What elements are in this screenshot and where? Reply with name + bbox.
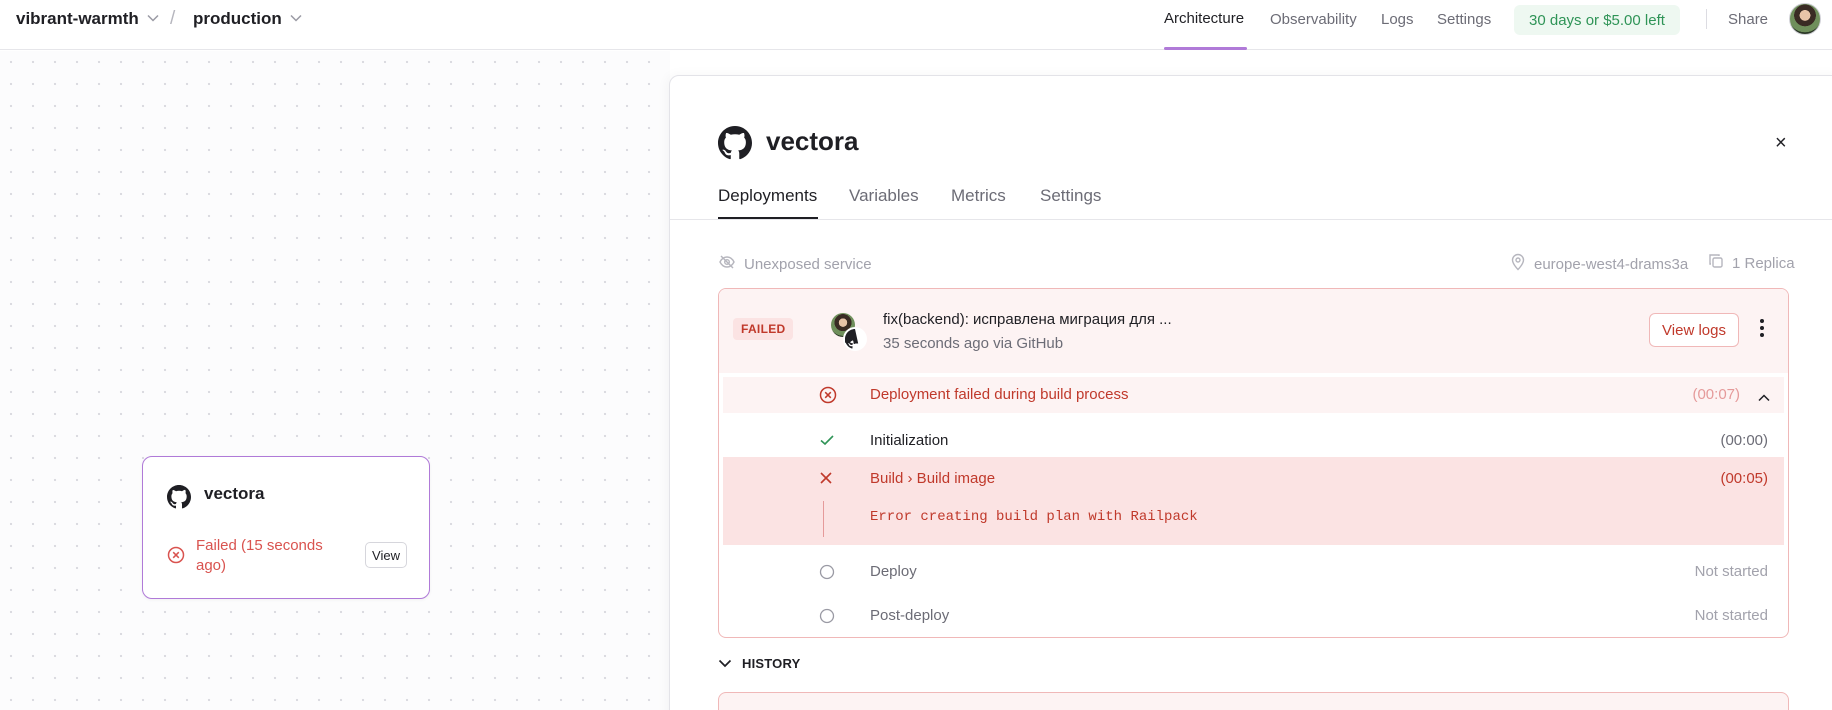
check-icon	[819, 433, 835, 452]
service-node-card[interactable]: vectora Failed (15 seconds ago) View	[142, 456, 430, 599]
step-duration: (00:05)	[1720, 470, 1768, 487]
step-label: Post-deploy	[870, 607, 950, 624]
environment-switcher[interactable]: production	[193, 9, 302, 29]
github-icon	[843, 327, 867, 351]
commit-meta: 35 seconds ago via GitHub	[883, 335, 1064, 352]
region-label: europe-west4-drams3a	[1534, 255, 1689, 273]
step-post-deploy[interactable]: Post-deploy Not started	[723, 597, 1784, 635]
step-label: Initialization	[870, 432, 949, 449]
step-duration: Not started	[1694, 563, 1768, 580]
project-switcher[interactable]: vibrant-warmth	[16, 9, 159, 29]
node-status-text: Failed (15 seconds ago)	[196, 537, 323, 574]
breadcrumb-separator: /	[170, 8, 176, 29]
chevron-down-icon	[718, 656, 732, 671]
close-icon[interactable]: ×	[1775, 132, 1787, 155]
deployment-summary-row[interactable]: Deployment failed during build process (…	[723, 377, 1784, 413]
replica-info: 1 Replica	[1708, 253, 1795, 273]
trial-badge[interactable]: 30 days or $5.00 left	[1514, 5, 1680, 35]
divider	[1706, 9, 1707, 29]
pending-circle-icon	[819, 564, 835, 585]
github-icon	[718, 126, 752, 165]
github-icon	[167, 485, 191, 514]
nav-logs[interactable]: Logs	[1381, 11, 1414, 28]
status-badge: FAILED	[733, 318, 794, 340]
active-nav-indicator	[1164, 47, 1247, 50]
architecture-canvas[interactable]: vectora Failed (15 seconds ago) View	[0, 51, 670, 710]
step-build[interactable]: Build › Build image (00:05) Error creati…	[723, 457, 1784, 545]
summary-label: Deployment failed during build process	[870, 386, 1129, 403]
tab-variables[interactable]: Variables	[849, 186, 919, 206]
step-deploy[interactable]: Deploy Not started	[723, 553, 1784, 591]
pending-circle-icon	[819, 608, 835, 629]
build-error-message: Error creating build plan with Railpack	[870, 509, 1198, 525]
exposure-status: Unexposed service	[718, 253, 872, 275]
nav-observability[interactable]: Observability	[1270, 11, 1357, 28]
history-toggle[interactable]: HISTORY	[718, 656, 800, 671]
replica-label: 1 Replica	[1732, 254, 1795, 272]
node-title: vectora	[204, 484, 265, 503]
history-deployment-card[interactable]	[718, 692, 1789, 710]
panel-title: vectora	[766, 126, 859, 156]
x-icon	[819, 471, 833, 490]
failed-circle-icon	[167, 546, 185, 569]
step-duration: (00:00)	[1720, 432, 1768, 449]
view-logs-button[interactable]: View logs	[1649, 313, 1739, 347]
location-pin-icon	[1510, 253, 1526, 275]
summary-duration: (00:07)	[1692, 386, 1740, 403]
nav-settings[interactable]: Settings	[1437, 11, 1491, 28]
eye-off-icon	[718, 253, 736, 275]
tab-deployments[interactable]: Deployments	[718, 186, 817, 206]
step-duration: Not started	[1694, 607, 1768, 624]
step-label: Build › Build image	[870, 470, 996, 487]
failed-circle-icon	[819, 386, 837, 409]
divider	[670, 219, 1832, 220]
exposure-label: Unexposed service	[744, 255, 872, 273]
step-initialization[interactable]: Initialization (00:00)	[723, 422, 1784, 460]
deployment-header[interactable]: FAILED fix(backend): исправлена миграция…	[719, 289, 1788, 373]
user-avatar[interactable]	[1789, 3, 1821, 35]
history-label: HISTORY	[742, 656, 801, 671]
chevron-down-icon	[290, 13, 302, 25]
step-label: Deploy	[870, 563, 917, 580]
environment-name: production	[193, 9, 282, 28]
node-view-button[interactable]: View	[365, 542, 407, 568]
region-info: europe-west4-drams3a	[1510, 253, 1688, 275]
project-name: vibrant-warmth	[16, 9, 139, 28]
service-panel: vectora × Deployments Variables Metrics …	[669, 75, 1832, 710]
deployment-card: FAILED fix(backend): исправлена миграция…	[718, 288, 1789, 638]
commit-message: fix(backend): исправлена миграция для ..…	[883, 311, 1172, 328]
tab-settings[interactable]: Settings	[1040, 186, 1101, 206]
more-options-icon[interactable]	[1757, 319, 1767, 343]
share-button[interactable]: Share	[1728, 11, 1768, 28]
chevron-up-icon[interactable]	[1758, 389, 1770, 407]
top-bar: vibrant-warmth / production Architecture…	[0, 0, 1832, 50]
nav-architecture[interactable]: Architecture	[1164, 10, 1244, 27]
error-indent-line	[823, 501, 824, 537]
copy-icon	[1708, 253, 1724, 273]
tab-metrics[interactable]: Metrics	[951, 186, 1006, 206]
chevron-down-icon	[147, 13, 159, 25]
